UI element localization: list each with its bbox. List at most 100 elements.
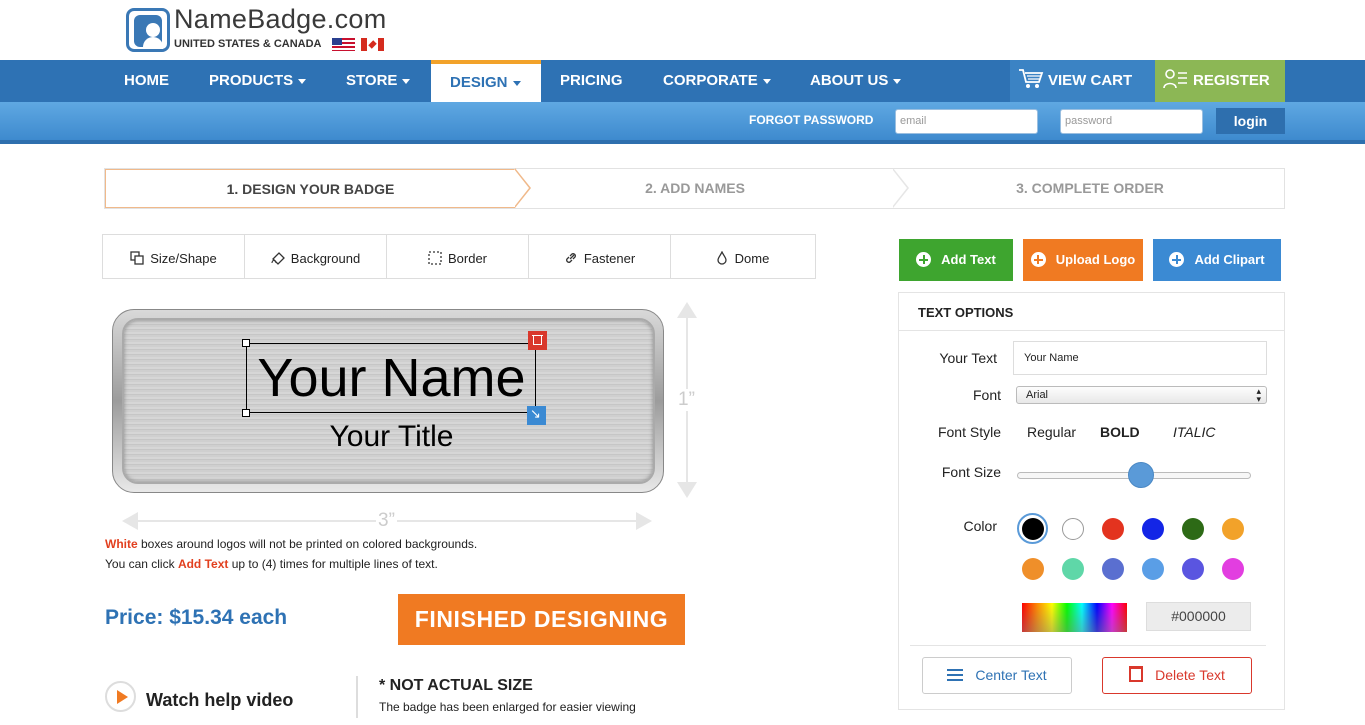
step-design-your-badge[interactable]: 1. DESIGN YOUR BADGE: [105, 169, 515, 208]
brand-name[interactable]: NameBadge.com: [174, 4, 387, 35]
caret-down-icon: [402, 78, 411, 84]
height-label: 1”: [678, 389, 695, 411]
panel-divider: [910, 645, 1266, 646]
plus-circle-icon: [916, 252, 932, 267]
password-input[interactable]: password: [1060, 109, 1203, 134]
style-regular[interactable]: Regular: [1027, 424, 1076, 440]
style-bold[interactable]: BOLD: [1100, 424, 1140, 440]
font-size-label: Font Size: [941, 464, 1001, 480]
email-input[interactable]: email: [895, 109, 1038, 134]
color-swatch[interactable]: [1102, 518, 1124, 540]
color-swatch[interactable]: [1062, 518, 1084, 540]
paint-bucket-icon: [271, 252, 285, 265]
align-center-icon: [947, 669, 964, 681]
caret-down-icon: [512, 80, 521, 86]
trash-icon: [1129, 666, 1144, 682]
cart-icon: [1019, 69, 1044, 88]
nav-about-us[interactable]: ABOUT US: [810, 60, 902, 102]
enlarged-note: The badge has been enlarged for easier v…: [379, 700, 636, 714]
brand-subtitle: UNITED STATES & CANADA: [174, 38, 322, 50]
add-text-button[interactable]: Add Text: [899, 239, 1013, 281]
step-add-names[interactable]: 2. ADD NAMES: [535, 169, 855, 208]
color-swatch[interactable]: [1142, 558, 1164, 580]
register-button[interactable]: REGISTER: [1163, 60, 1270, 102]
color-swatch[interactable]: [1142, 518, 1164, 540]
login-button[interactable]: login: [1216, 108, 1285, 134]
plus-circle-icon: [1030, 252, 1046, 267]
color-swatch[interactable]: [1182, 518, 1204, 540]
step-complete-order[interactable]: 3. COMPLETE ORDER: [915, 169, 1265, 208]
text-options-title: TEXT OPTIONS: [918, 305, 1014, 320]
link-icon: [565, 253, 576, 263]
design-tabs: Size/Shape Background Border Fastener Do…: [102, 234, 816, 279]
resize-handle-top-left[interactable]: [242, 339, 250, 347]
caret-down-icon: [893, 78, 902, 84]
color-swatch[interactable]: [1102, 558, 1124, 580]
finished-designing-button[interactable]: FINISHED DESIGNING: [398, 594, 685, 645]
size-shape-icon: [130, 251, 144, 265]
color-swatch[interactable]: [1222, 518, 1244, 540]
arrow-left-icon: [122, 512, 138, 530]
forgot-password-link[interactable]: FORGOT PASSWORD: [749, 113, 873, 127]
border-icon: [428, 251, 442, 265]
play-icon[interactable]: [105, 681, 136, 712]
color-label: Color: [963, 518, 997, 534]
hex-color-input[interactable]: #000000: [1146, 602, 1251, 631]
plus-circle-icon: [1169, 252, 1185, 267]
divider: [356, 676, 358, 718]
user-list-icon: [1163, 69, 1187, 89]
badge-person-icon: [134, 15, 163, 49]
color-swatch[interactable]: [1022, 518, 1044, 540]
color-swatch[interactable]: [1222, 558, 1244, 580]
color-swatch[interactable]: [1022, 558, 1044, 580]
font-size-slider-thumb[interactable]: [1128, 462, 1155, 488]
tab-border[interactable]: Border: [387, 235, 529, 278]
watch-help-video-link[interactable]: Watch help video: [146, 690, 293, 711]
arrow-right-icon: [636, 512, 652, 530]
note-add-text: You can click Add Text up to (4) times f…: [105, 557, 438, 571]
not-actual-size-heading: * NOT ACTUAL SIZE: [379, 677, 533, 694]
canada-flag-icon: [361, 38, 384, 51]
color-swatch[interactable]: [1062, 558, 1084, 580]
font-select[interactable]: Arial ▴ ▾: [1016, 386, 1267, 404]
add-clipart-button[interactable]: Add Clipart: [1153, 239, 1281, 281]
resize-handle-bottom-left[interactable]: [242, 409, 250, 417]
select-arrows-icon: ▴ ▾: [1256, 386, 1261, 404]
color-swatch[interactable]: [1182, 558, 1204, 580]
your-text-input[interactable]: Your Name: [1013, 341, 1267, 375]
tab-dome[interactable]: Dome: [671, 235, 813, 278]
brand-logo[interactable]: [126, 8, 170, 52]
badge-title-text[interactable]: Your Title: [248, 420, 535, 454]
view-cart-button[interactable]: VIEW CART: [1018, 60, 1132, 102]
your-text-label: Your Text: [939, 350, 997, 366]
nav-store[interactable]: STORE: [346, 60, 411, 102]
style-italic[interactable]: ITALIC: [1173, 424, 1216, 440]
nav-home[interactable]: HOME: [124, 60, 169, 102]
step-arrow-fill: [892, 169, 907, 207]
order-steps: 1. DESIGN YOUR BADGE 2. ADD NAMES 3. COM…: [104, 168, 1285, 209]
nav-corporate[interactable]: CORPORATE: [663, 60, 771, 102]
caret-down-icon: [762, 78, 771, 84]
color-spectrum-picker[interactable]: [1022, 603, 1127, 632]
nav-design[interactable]: DESIGN: [450, 62, 521, 104]
upload-logo-button[interactable]: Upload Logo: [1023, 239, 1143, 281]
us-flag-icon: [332, 38, 355, 51]
nav-pricing[interactable]: PRICING: [560, 60, 623, 102]
selection-box: [246, 343, 536, 413]
price: Price: $15.34 each: [105, 606, 288, 629]
delete-text-button[interactable]: Delete Text: [1102, 657, 1252, 694]
tab-size-shape[interactable]: Size/Shape: [103, 235, 245, 278]
tab-background[interactable]: Background: [245, 235, 387, 278]
note-white-boxes: White boxes around logos will not be pri…: [105, 537, 478, 551]
arrow-up-icon: [677, 302, 697, 318]
tab-fastener[interactable]: Fastener: [529, 235, 671, 278]
drop-icon: [717, 251, 727, 265]
font-style-label: Font Style: [937, 424, 1001, 440]
center-text-button[interactable]: Center Text: [922, 657, 1072, 694]
step-arrow-fill: [514, 169, 529, 207]
delete-element-icon[interactable]: [528, 331, 547, 350]
nav-products[interactable]: PRODUCTS: [209, 60, 307, 102]
width-label: 3”: [376, 510, 397, 532]
caret-down-icon: [298, 78, 307, 84]
font-label: Font: [972, 387, 1001, 403]
